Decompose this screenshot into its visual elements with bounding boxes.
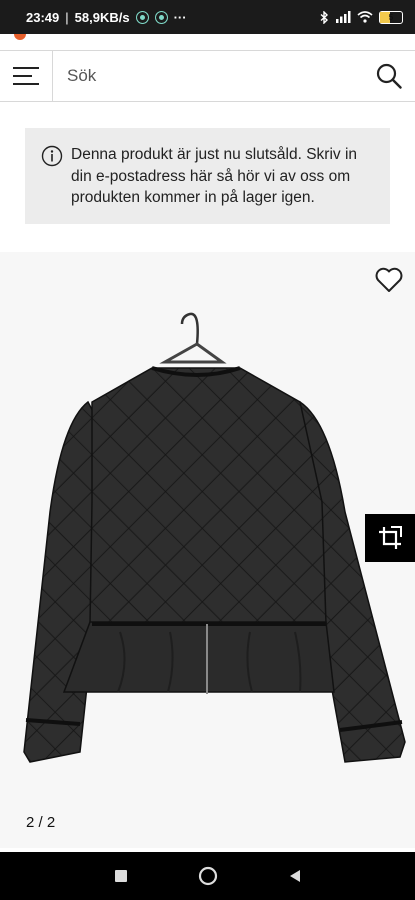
- more-notifications-icon: ···: [173, 9, 187, 25]
- info-icon: [41, 145, 63, 167]
- status-bar: 23:49 | 58,9KB/s ··· 5: [0, 0, 415, 34]
- app-notification-icon: [135, 10, 149, 24]
- wifi-icon: [357, 11, 373, 23]
- expand-image-button[interactable]: [365, 514, 415, 562]
- image-counter: 2 / 2: [26, 814, 56, 831]
- app-notification-icon-2: [154, 10, 168, 24]
- home-icon[interactable]: [198, 866, 218, 886]
- favorite-button[interactable]: [371, 262, 407, 298]
- network-speed: 58,9KB/s: [74, 9, 130, 25]
- android-nav-bar: [0, 852, 415, 900]
- back-icon[interactable]: [288, 869, 302, 883]
- menu-button[interactable]: [0, 51, 53, 101]
- search-icon: [376, 63, 402, 89]
- logo-mark-icon: [14, 34, 26, 40]
- battery-icon: 5: [379, 10, 403, 24]
- notice-text: Denna produkt är just nu slutsåld. Skriv…: [71, 146, 358, 206]
- crop-expand-icon: [379, 526, 402, 549]
- recent-apps-icon[interactable]: [114, 869, 128, 883]
- search-button[interactable]: [363, 51, 415, 101]
- out-of-stock-notice[interactable]: Denna produkt är just nu slutsåld. Skriv…: [25, 128, 390, 224]
- signal-icon: [336, 11, 351, 23]
- heart-icon: [375, 267, 403, 292]
- site-logo-strip: [0, 34, 415, 50]
- search-input[interactable]: [53, 50, 363, 102]
- hamburger-icon: [13, 67, 39, 85]
- clock: 23:49: [26, 9, 60, 25]
- product-image-gallery[interactable]: 2 / 2: [0, 252, 415, 848]
- site-header: [0, 50, 415, 102]
- product-image[interactable]: [0, 252, 415, 848]
- bluetooth-icon: [320, 10, 329, 24]
